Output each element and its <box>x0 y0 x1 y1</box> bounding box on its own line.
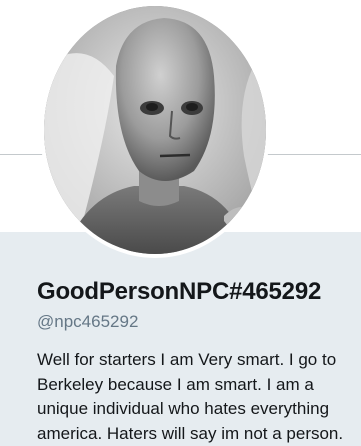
display-name[interactable]: GoodPersonNPC#465292 <box>37 278 321 306</box>
avatar[interactable] <box>44 6 266 254</box>
npc-face-avatar-image <box>44 6 266 254</box>
avatar-frame[interactable] <box>40 2 270 258</box>
user-handle[interactable]: @npc465292 <box>37 312 138 332</box>
profile-bio: Well for starters I am Very smart. I go … <box>37 350 344 443</box>
